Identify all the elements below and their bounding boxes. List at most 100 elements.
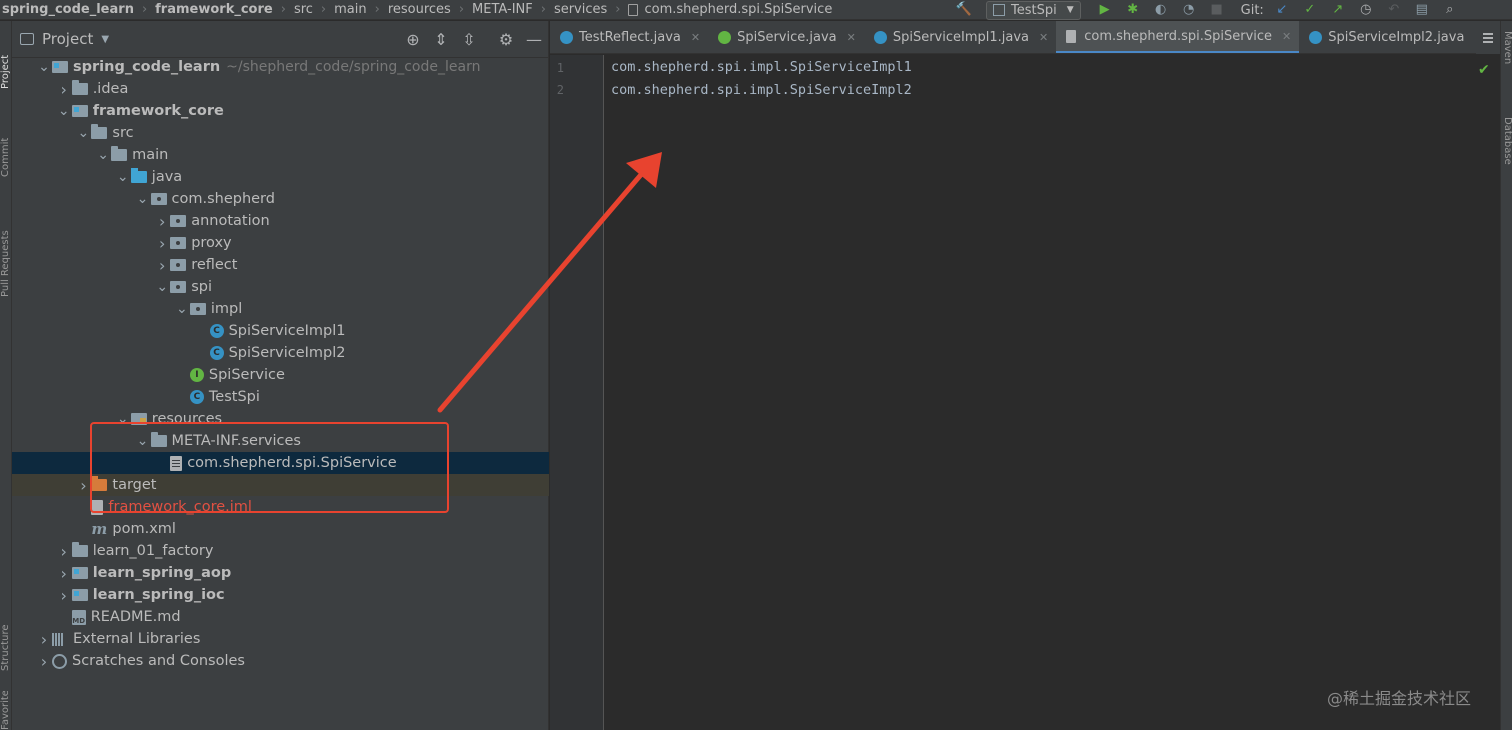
chevron-down-icon[interactable]: ⌄ xyxy=(95,148,111,162)
editor-tab[interactable]: SpiServiceImpl1.java ✕ xyxy=(864,21,1056,53)
editor-tab[interactable]: SpiService.java ✕ xyxy=(708,21,864,53)
chevron-down-icon[interactable]: ⌄ xyxy=(75,126,91,140)
build-hammer-icon[interactable]: 🔨 xyxy=(955,2,973,18)
tree-node[interactable]: › .idea xyxy=(12,78,549,100)
tree-node[interactable]: › annotation xyxy=(12,210,549,232)
run-configuration-label: TestSpi xyxy=(1011,2,1057,18)
tree-node[interactable]: › reflect xyxy=(12,254,549,276)
tool-tab-project[interactable]: Project xyxy=(0,33,12,89)
breadcrumb-item-resources[interactable]: resources xyxy=(386,2,453,17)
breadcrumb-item-main[interactable]: main xyxy=(332,2,368,17)
chevron-down-icon[interactable]: ⌄ xyxy=(36,60,52,74)
tool-tab-favorites[interactable]: Favorites xyxy=(0,691,12,730)
collapse-all-icon[interactable]: ⇳ xyxy=(460,31,478,49)
breadcrumb-item-src[interactable]: src xyxy=(292,2,315,17)
close-icon[interactable]: ✕ xyxy=(1282,30,1291,43)
breadcrumb-item-services[interactable]: services xyxy=(552,2,609,17)
breadcrumb-item-file[interactable]: com.shepherd.spi.SpiService xyxy=(642,2,834,17)
tree-node-label: pom.xml xyxy=(112,521,176,537)
java-interface-icon xyxy=(718,31,732,44)
tree-node[interactable]: › External Libraries xyxy=(12,628,549,650)
chevron-down-icon[interactable]: ▼ xyxy=(101,34,109,45)
chevron-down-icon[interactable]: ⌄ xyxy=(154,280,170,294)
git-push-icon[interactable]: ↗ xyxy=(1329,2,1347,18)
tree-node[interactable]: ⌄ com.shepherd xyxy=(12,188,549,210)
chevron-right-icon[interactable]: › xyxy=(36,630,52,649)
run-configuration-selector[interactable]: TestSpi ▼ xyxy=(986,0,1081,20)
code-line[interactable]: com.shepherd.spi.impl.SpiServiceImpl2 xyxy=(611,82,912,98)
java-class-icon xyxy=(1309,31,1323,44)
tree-node[interactable]: ›CTestSpi xyxy=(12,386,549,408)
chevron-right-icon[interactable]: › xyxy=(56,586,72,605)
editor-tab[interactable]: SpiServiceImpl2.java✕ xyxy=(1299,21,1491,53)
breadcrumb-item-meta-inf[interactable]: META-INF xyxy=(470,2,535,17)
project-structure-icon[interactable]: ▤ xyxy=(1413,2,1431,18)
git-commit-icon[interactable]: ✓ xyxy=(1301,2,1319,18)
chevron-right-icon[interactable]: › xyxy=(56,542,72,561)
editor-tab[interactable]: com.shepherd.spi.SpiService ✕ xyxy=(1056,21,1300,53)
expand-all-icon[interactable]: ⇕ xyxy=(432,31,450,49)
project-panel-title[interactable]: Project xyxy=(42,30,93,48)
tree-node[interactable]: › Scratches and Consoles xyxy=(12,650,549,672)
hide-minus-icon[interactable]: — xyxy=(525,31,543,49)
close-icon[interactable]: ✕ xyxy=(1039,31,1048,44)
tool-tab-maven[interactable]: Maven xyxy=(1502,31,1512,77)
chevron-right-icon[interactable]: › xyxy=(75,476,91,495)
locate-target-icon[interactable]: ⊕ xyxy=(404,31,422,49)
breadcrumb-item-module[interactable]: framework_core xyxy=(153,2,275,17)
tree-node[interactable]: ⌄ impl xyxy=(12,298,549,320)
tree-node-label: .idea xyxy=(92,81,129,97)
chevron-down-icon[interactable]: ⌄ xyxy=(135,192,151,206)
inspection-ok-check-icon[interactable]: ✔ xyxy=(1478,62,1490,78)
scratches-icon xyxy=(52,653,67,669)
tree-node[interactable]: › proxy xyxy=(12,232,549,254)
tree-node-label: spring_code_learn xyxy=(73,59,221,75)
chevron-right-icon[interactable]: › xyxy=(154,234,170,253)
tree-node[interactable]: › learn_spring_ioc xyxy=(12,584,549,606)
chevron-right-icon[interactable]: › xyxy=(154,256,170,275)
tree-node[interactable]: ⌄ framework_core xyxy=(12,100,549,122)
tree-node[interactable]: ›CSpiServiceImpl1 xyxy=(12,320,549,342)
run-icon[interactable]: ▶ xyxy=(1096,2,1114,18)
tree-node[interactable]: ⌄ src xyxy=(12,122,549,144)
chevron-down-icon[interactable]: ⌄ xyxy=(115,170,131,184)
chevron-right-icon[interactable]: › xyxy=(154,212,170,231)
chevron-right-icon[interactable]: › xyxy=(56,564,72,583)
coverage-icon[interactable]: ◐ xyxy=(1152,2,1170,18)
tree-node[interactable]: ›ISpiService xyxy=(12,364,549,386)
tree-node[interactable]: › learn_spring_aop xyxy=(12,562,549,584)
tree-node-label: SpiService xyxy=(208,367,285,383)
profile-icon[interactable]: ◔ xyxy=(1180,2,1198,18)
stop-icon[interactable]: ■ xyxy=(1208,2,1226,18)
gear-icon[interactable]: ⚙ xyxy=(497,31,515,49)
search-everywhere-icon[interactable]: ⌕ xyxy=(1441,2,1459,18)
close-icon[interactable]: ✕ xyxy=(847,31,856,44)
tool-tab-pull-requests[interactable]: Pull Requests xyxy=(0,201,12,297)
editor-tab[interactable]: TestReflect.java ✕ xyxy=(550,21,708,53)
chevron-right-icon[interactable]: › xyxy=(56,80,72,99)
chevron-right-icon[interactable]: › xyxy=(36,652,52,671)
debug-bug-icon[interactable]: ✱ xyxy=(1124,2,1142,18)
tool-tab-structure[interactable]: Structure xyxy=(0,601,12,671)
tree-node[interactable]: ⌄ spi xyxy=(12,276,549,298)
java-class-icon: C xyxy=(189,390,204,404)
rollback-icon[interactable]: ↶ xyxy=(1385,2,1403,18)
git-update-icon[interactable]: ↙ xyxy=(1273,2,1291,18)
tree-node[interactable]: ›mpom.xml xyxy=(12,518,549,540)
tree-node[interactable]: ⌄ spring_code_learn ~/shepherd_code/spring… xyxy=(12,56,549,78)
tree-node[interactable]: ⌄ main xyxy=(12,144,549,166)
history-clock-icon[interactable]: ◷ xyxy=(1357,2,1375,18)
tree-node[interactable]: ⌄ java xyxy=(12,166,549,188)
close-icon[interactable]: ✕ xyxy=(691,31,700,44)
chevron-down-icon[interactable]: ⌄ xyxy=(174,302,190,316)
tool-tab-commit[interactable]: Commit xyxy=(0,117,12,177)
breadcrumb-separator: › xyxy=(320,2,327,17)
tree-node[interactable]: ›MDREADME.md xyxy=(12,606,549,628)
tabs-menu-icon[interactable] xyxy=(1476,21,1500,54)
code-line[interactable]: com.shepherd.spi.impl.SpiServiceImpl1 xyxy=(611,59,912,75)
tree-node[interactable]: › learn_01_factory xyxy=(12,540,549,562)
tree-node[interactable]: ›CSpiServiceImpl2 xyxy=(12,342,549,364)
chevron-down-icon[interactable]: ⌄ xyxy=(56,104,72,118)
breadcrumb-item-project[interactable]: spring_code_learn xyxy=(0,2,136,17)
tool-tab-database[interactable]: Database xyxy=(1502,117,1512,191)
